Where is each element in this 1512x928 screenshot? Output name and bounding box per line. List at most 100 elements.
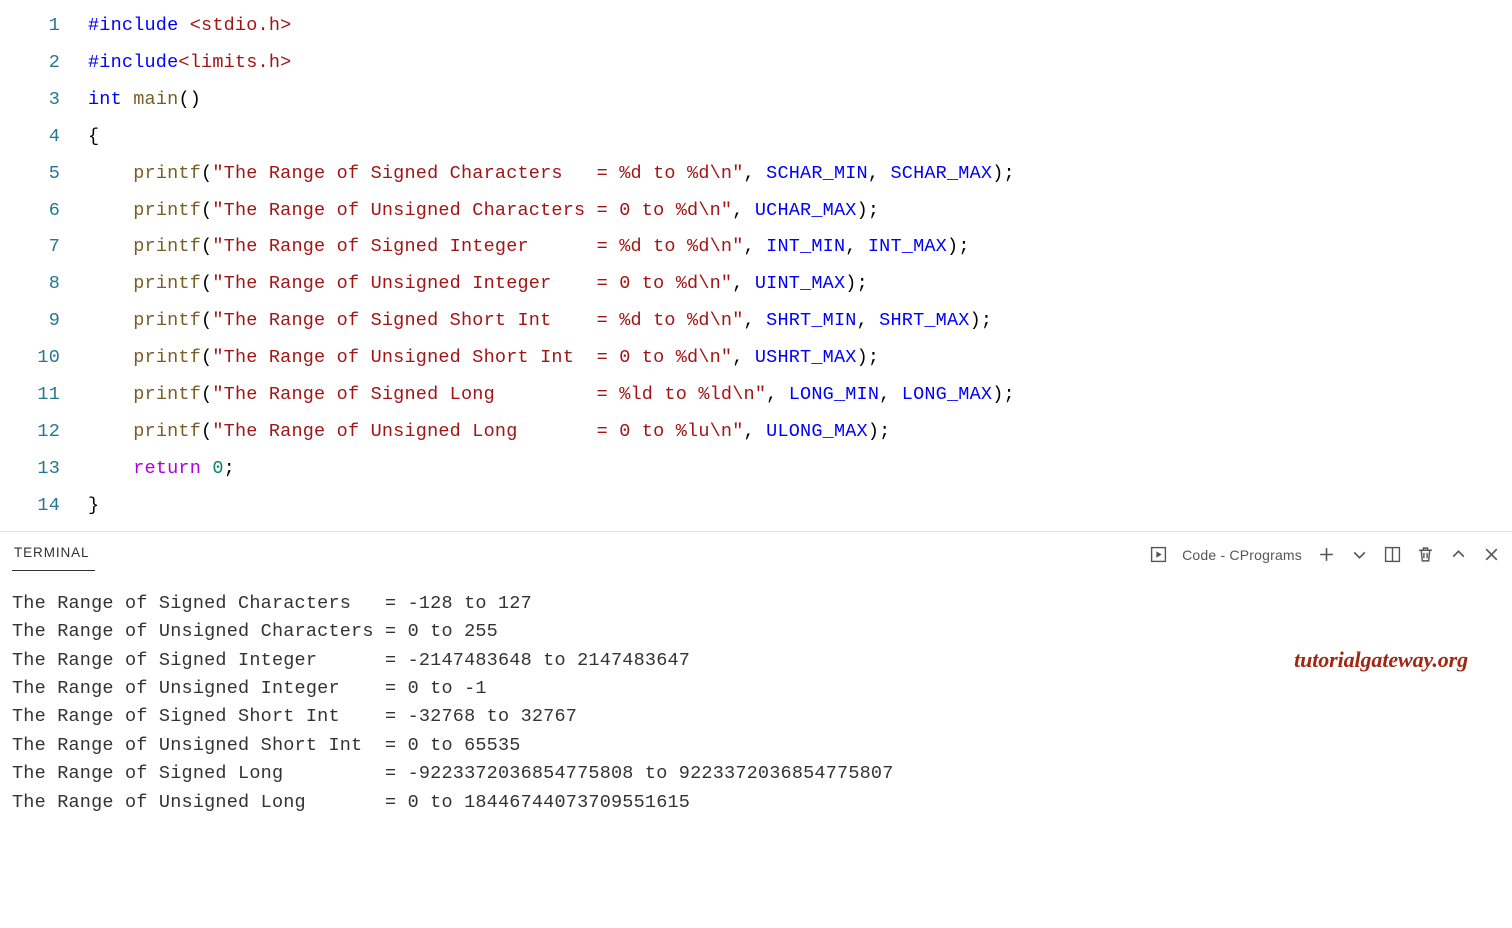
line-number: 11 (0, 377, 88, 414)
code-content: return 0; (88, 451, 1512, 488)
token-const: LONG_MIN (789, 384, 879, 405)
token-string: "The Range of Unsigned Long = 0 to %lu\n… (212, 421, 743, 442)
token-num: 0 (212, 458, 223, 479)
token-plain: , (744, 310, 767, 331)
token-const: SHRT_MIN (766, 310, 856, 331)
close-icon[interactable] (1482, 546, 1500, 564)
token-plain: , (868, 163, 891, 184)
code-line[interactable]: 3int main() (0, 82, 1512, 119)
token-string: "The Range of Signed Integer = %d to %d\… (212, 236, 743, 257)
line-number: 10 (0, 340, 88, 377)
token-plain: ) (857, 200, 868, 221)
token-string: "The Range of Unsigned Characters = 0 to… (212, 200, 732, 221)
token-plain: ) (857, 347, 868, 368)
line-number: 9 (0, 303, 88, 340)
token-include: <limits.h> (178, 52, 291, 73)
code-content: printf("The Range of Unsigned Integer = … (88, 266, 1512, 303)
code-line[interactable]: 4{ (0, 119, 1512, 156)
code-line[interactable]: 13 return 0; (0, 451, 1512, 488)
token-plain: () (178, 89, 201, 110)
token-const: INT_MIN (766, 236, 845, 257)
code-content: printf("The Range of Signed Integer = %d… (88, 229, 1512, 266)
code-content: printf("The Range of Unsigned Characters… (88, 193, 1512, 230)
token-const: USHRT_MAX (755, 347, 857, 368)
line-number: 8 (0, 266, 88, 303)
code-content: #include<limits.h> (88, 45, 1512, 82)
code-line[interactable]: 7 printf("The Range of Signed Integer = … (0, 229, 1512, 266)
token-plain (88, 163, 133, 184)
code-line[interactable]: 9 printf("The Range of Signed Short Int … (0, 303, 1512, 340)
code-line[interactable]: 14} (0, 488, 1512, 525)
token-plain: , (744, 163, 767, 184)
tab-terminal[interactable]: TERMINAL (12, 539, 95, 571)
code-content: printf("The Range of Unsigned Long = 0 t… (88, 414, 1512, 451)
code-content: #include <stdio.h> (88, 8, 1512, 45)
token-plain (122, 89, 133, 110)
new-terminal-icon[interactable] (1317, 546, 1335, 564)
run-task-icon[interactable] (1149, 546, 1167, 564)
token-plain: ) (868, 421, 879, 442)
code-line[interactable]: 10 printf("The Range of Unsigned Short I… (0, 340, 1512, 377)
token-brace: { (88, 126, 99, 147)
token-plain (88, 384, 133, 405)
token-plain: ( (201, 384, 212, 405)
token-func: main (133, 89, 178, 110)
code-line[interactable]: 6 printf("The Range of Unsigned Characte… (0, 193, 1512, 230)
line-number: 13 (0, 451, 88, 488)
token-plain (88, 236, 133, 257)
terminal-output[interactable]: The Range of Signed Characters = -128 to… (0, 572, 1512, 817)
line-number: 12 (0, 414, 88, 451)
token-kw-pp: #include (88, 15, 190, 36)
token-plain: ) (992, 384, 1003, 405)
code-line[interactable]: 12 printf("The Range of Unsigned Long = … (0, 414, 1512, 451)
token-func: printf (133, 347, 201, 368)
token-func: printf (133, 163, 201, 184)
line-number: 5 (0, 156, 88, 193)
trash-icon[interactable] (1416, 546, 1434, 564)
token-plain: , (732, 347, 755, 368)
line-number: 14 (0, 488, 88, 525)
token-semi: ; (1004, 163, 1015, 184)
token-plain: , (732, 200, 755, 221)
code-content: printf("The Range of Signed Characters =… (88, 156, 1512, 193)
token-plain (201, 458, 212, 479)
token-func: printf (133, 236, 201, 257)
line-number: 6 (0, 193, 88, 230)
panel-actions: Code - CPrograms (1149, 546, 1500, 564)
code-line[interactable]: 5 printf("The Range of Signed Characters… (0, 156, 1512, 193)
chevron-down-icon[interactable] (1350, 546, 1368, 564)
code-content: printf("The Range of Unsigned Short Int … (88, 340, 1512, 377)
token-plain: , (879, 384, 902, 405)
token-string: "The Range of Unsigned Short Int = 0 to … (212, 347, 732, 368)
token-plain: , (857, 310, 880, 331)
code-line[interactable]: 2#include<limits.h> (0, 45, 1512, 82)
code-editor[interactable]: 1#include <stdio.h>2#include<limits.h>3i… (0, 0, 1512, 531)
token-plain (88, 421, 133, 442)
token-string: "The Range of Signed Characters = %d to … (212, 163, 743, 184)
code-line[interactable]: 8 printf("The Range of Unsigned Integer … (0, 266, 1512, 303)
token-kw-pp: #include (88, 52, 178, 73)
token-semi: ; (1004, 384, 1015, 405)
line-number: 3 (0, 82, 88, 119)
line-number: 4 (0, 119, 88, 156)
code-line[interactable]: 1#include <stdio.h> (0, 8, 1512, 45)
token-semi: ; (958, 236, 969, 257)
token-func: printf (133, 310, 201, 331)
watermark: tutorialgateway.org (1294, 646, 1468, 674)
code-content: int main() (88, 82, 1512, 119)
token-func: printf (133, 384, 201, 405)
token-plain: ( (201, 163, 212, 184)
panel-header: TERMINAL Code - CPrograms (0, 538, 1512, 572)
chevron-up-icon[interactable] (1449, 546, 1467, 564)
token-plain (88, 347, 133, 368)
terminal-text: The Range of Signed Characters = -128 to… (12, 593, 894, 813)
split-terminal-icon[interactable] (1383, 546, 1401, 564)
token-include: <stdio.h> (190, 15, 292, 36)
code-content: { (88, 119, 1512, 156)
token-const: LONG_MAX (902, 384, 992, 405)
token-plain: ) (992, 163, 1003, 184)
code-line[interactable]: 11 printf("The Range of Signed Long = %l… (0, 377, 1512, 414)
token-string: "The Range of Unsigned Integer = 0 to %d… (212, 273, 732, 294)
token-brace: } (88, 495, 99, 516)
token-plain: , (732, 273, 755, 294)
